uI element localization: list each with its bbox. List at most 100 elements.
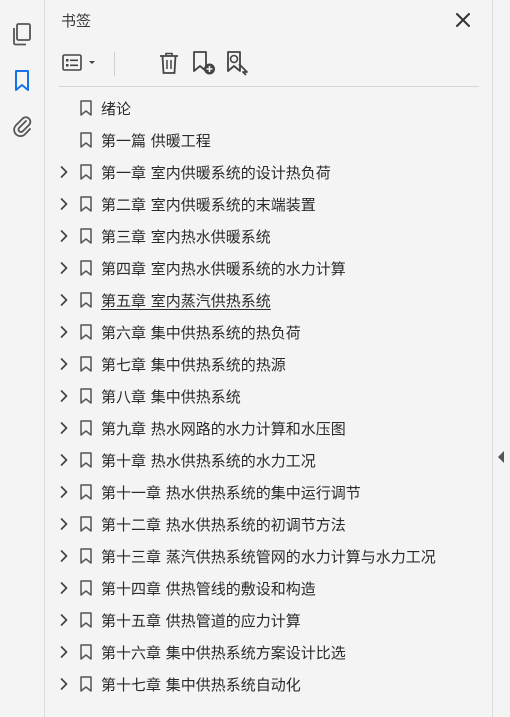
- bookmark-icon: [80, 580, 92, 596]
- bookmark-item[interactable]: 第六章 集中供热系统的热负荷: [45, 316, 492, 348]
- chevron-right-icon[interactable]: [57, 549, 71, 563]
- bookmark-item[interactable]: 第五章 室内蒸汽供热系统: [45, 284, 492, 316]
- bookmark-icon: [80, 516, 92, 532]
- new-bookmark-button[interactable]: [189, 48, 219, 78]
- bookmark-label: 第十一章 热水供热系统的集中运行调节: [101, 484, 361, 502]
- close-panel-button[interactable]: [454, 11, 472, 29]
- pages-button[interactable]: [8, 20, 36, 48]
- chevron-right-icon[interactable]: [57, 357, 71, 371]
- bookmark-item[interactable]: 第十四章 供热管线的敷设和构造: [45, 572, 492, 604]
- attachments-button[interactable]: [8, 112, 36, 140]
- bookmark-icon: [80, 484, 92, 500]
- bookmark-label: 绪论: [101, 100, 132, 118]
- bookmark-icon: [80, 356, 92, 372]
- bookmark-icon: [80, 420, 92, 436]
- bookmark-item[interactable]: 第九章 热水网路的水力计算和水压图: [45, 412, 492, 444]
- chevron-right-icon[interactable]: [57, 677, 71, 691]
- bookmark-icon: [80, 164, 92, 180]
- chevron-right-icon[interactable]: [57, 197, 71, 211]
- bookmark-label: 第一章 室内供暖系统的设计热负荷: [101, 164, 331, 182]
- bookmark-label: 第九章 热水网路的水力计算和水压图: [101, 420, 346, 438]
- toolbar-divider: [59, 86, 479, 87]
- panel-header: 书签: [45, 0, 492, 42]
- bookmark-label: 第十二章 热水供热系统的初调节方法: [101, 516, 346, 534]
- close-icon: [456, 13, 470, 27]
- find-bookmark-button[interactable]: [223, 48, 253, 78]
- bookmark-icon: [80, 644, 92, 660]
- chevron-right-icon[interactable]: [57, 453, 71, 467]
- bookmark-icon: [80, 548, 92, 564]
- bookmark-item[interactable]: 第三章 室内热水供暖系统: [45, 220, 492, 252]
- bookmark-icon: [80, 612, 92, 628]
- chevron-right-icon[interactable]: [57, 293, 71, 307]
- bookmark-icon: [80, 196, 92, 212]
- bookmark-label: 第二章 室内供暖系统的末端装置: [101, 196, 316, 214]
- bookmark-label: 第一篇 供暖工程: [101, 132, 211, 150]
- bookmark-icon: [80, 388, 92, 404]
- bookmarks-button[interactable]: [8, 67, 36, 95]
- bookmark-label: 第十七章 集中供热系统自动化: [101, 676, 301, 694]
- bookmark-icon: [80, 228, 92, 244]
- bookmark-item[interactable]: 第二章 室内供暖系统的末端装置: [45, 188, 492, 220]
- chevron-right-icon[interactable]: [57, 389, 71, 403]
- bookmark-icon: [80, 132, 92, 148]
- trash-icon: [160, 52, 178, 74]
- chevron-right-icon[interactable]: [57, 581, 71, 595]
- bookmark-item[interactable]: 第一章 室内供暖系统的设计热负荷: [45, 156, 492, 188]
- bookmark-icon: [80, 100, 92, 116]
- bookmark-icon: [80, 676, 92, 692]
- chevron-right-icon[interactable]: [57, 517, 71, 531]
- collapse-panel-arrow-icon[interactable]: [498, 451, 504, 463]
- bookmark-item[interactable]: 绪论: [45, 92, 492, 124]
- bookmark-list: 绪论第一篇 供暖工程第一章 室内供暖系统的设计热负荷 第二章 室内供暖系统的末端装…: [45, 92, 492, 700]
- bookmark-icon: [80, 260, 92, 276]
- options-menu-button[interactable]: [59, 48, 99, 78]
- bookmark-item[interactable]: 第八章 集中供热系统: [45, 380, 492, 412]
- bookmark-label: 第六章 集中供热系统的热负荷: [101, 324, 301, 342]
- bookmark-search-icon: [227, 51, 248, 76]
- chevron-right-icon[interactable]: [57, 261, 71, 275]
- chevron-right-icon[interactable]: [57, 421, 71, 435]
- bookmarks-panel: 书签 绪论 第一篇 供暖工程 第一章 室内供暖系统的设计热负荷 第二章 室内供暖…: [45, 0, 492, 717]
- bookmark-icon: [15, 70, 29, 91]
- bookmark-item[interactable]: 第十三章 蒸汽供热系统管网的水力计算与水力工况: [45, 540, 492, 572]
- bookmark-label: 第十章 热水供热系统的水力工况: [101, 452, 316, 470]
- bookmark-icon: [80, 292, 92, 308]
- chevron-right-icon[interactable]: [57, 325, 71, 339]
- list-options-icon: [61, 54, 82, 71]
- chevron-right-icon[interactable]: [57, 165, 71, 179]
- toolbar-separator: [114, 52, 115, 76]
- bookmark-icon: [80, 324, 92, 340]
- bookmark-label: 第十三章 蒸汽供热系统管网的水力计算与水力工况: [101, 548, 436, 566]
- bookmark-label: 第八章 集中供热系统: [101, 388, 241, 406]
- panel-title: 书签: [61, 12, 92, 30]
- chevron-right-icon[interactable]: [57, 613, 71, 627]
- bookmark-label: 第十六章 集中供热系统方案设计比选: [101, 644, 346, 662]
- bookmark-label: 第四章 室内热水供暖系统的水力计算: [101, 260, 346, 278]
- panel-splitter[interactable]: [492, 0, 510, 717]
- bookmark-item[interactable]: 第十六章 集中供热系统方案设计比选: [45, 636, 492, 668]
- chevron-right-icon[interactable]: [57, 645, 71, 659]
- bookmark-item[interactable]: 第十五章 供热管道的应力计算: [45, 604, 492, 636]
- chevron-right-icon[interactable]: [57, 229, 71, 243]
- bookmark-item[interactable]: 第十二章 热水供热系统的初调节方法: [45, 508, 492, 540]
- bookmark-item[interactable]: 第四章 室内热水供暖系统的水力计算: [45, 252, 492, 284]
- bookmark-item[interactable]: 第十章 热水供热系统的水力工况: [45, 444, 492, 476]
- bookmark-item[interactable]: 第十一章 热水供热系统的集中运行调节: [45, 476, 492, 508]
- add-bookmark-icon: [193, 51, 215, 75]
- bookmark-item[interactable]: 第十七章 集中供热系统自动化: [45, 668, 492, 700]
- delete-bookmark-button[interactable]: [155, 48, 183, 78]
- bookmark-label: 第三章 室内热水供暖系统: [101, 228, 271, 246]
- pages-icon: [13, 23, 31, 46]
- attachment-icon: [13, 116, 32, 137]
- bookmark-label: 第五章 室内蒸汽供热系统: [101, 292, 271, 310]
- bookmark-item[interactable]: 第七章 集中供热系统的热源: [45, 348, 492, 380]
- bookmark-label: 第十五章 供热管道的应力计算: [101, 612, 301, 630]
- bookmark-icon: [80, 452, 92, 468]
- bookmark-item[interactable]: 第一篇 供暖工程: [45, 124, 492, 156]
- navigation-rail: [0, 0, 45, 717]
- chevron-right-icon[interactable]: [57, 485, 71, 499]
- bookmark-label: 第七章 集中供热系统的热源: [101, 356, 286, 374]
- chevron-down-icon: [88, 61, 95, 64]
- bookmarks-toolbar: [59, 46, 479, 84]
